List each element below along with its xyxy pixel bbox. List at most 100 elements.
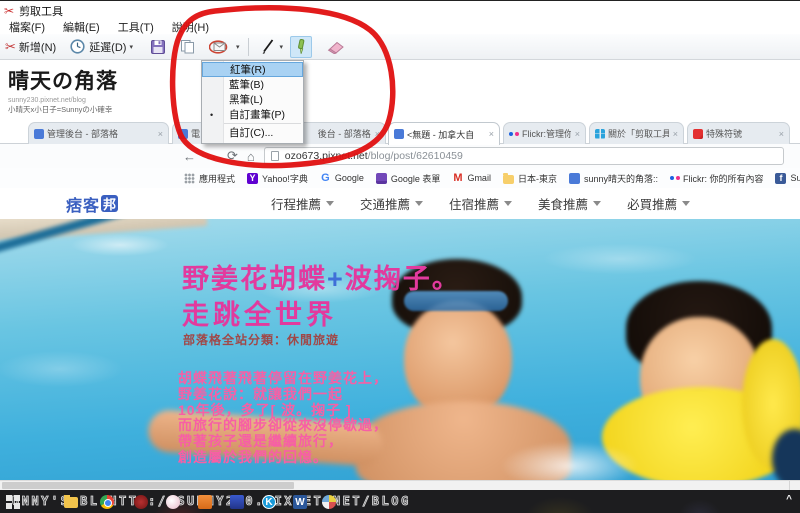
menu-item-red-pen[interactable]: 紅筆(R) [202,62,303,77]
menu-tools[interactable]: 工具(T) [109,19,163,35]
scrollbar-thumb[interactable] [2,482,294,489]
copy-button[interactable] [177,36,198,58]
snip-canvas: 晴天の角落 sunny230.pixnet.net/blog 小晴天x小日子=S… [0,60,800,480]
red-app-icon[interactable] [134,495,148,509]
bookmark-flickr[interactable]: Flickr: 你的所有內容 [670,172,764,185]
menu-item-black-pen[interactable]: 黑筆(L) [202,92,303,107]
home-icon[interactable]: ⌂ [247,149,255,164]
snipping-tool-toolbar: ✂ 新增(N) 延遲(D) ▾ ▾ ▾ [0,34,800,60]
tab-untitled-canada[interactable]: <無題 - 加拿大自 × [388,122,500,145]
snipping-tool-titlebar: ✂ 剪取工具 [0,2,800,19]
yahoo-icon: Y [247,173,258,184]
orange-app-icon[interactable] [198,495,212,509]
nav-shopping[interactable]: 必買推薦 [627,194,690,213]
chevron-down-icon [682,201,690,206]
tab-flickr[interactable]: Flickr:管理你的相 × [503,122,586,144]
close-icon[interactable]: × [575,129,580,139]
gmail-icon: M [452,173,463,184]
tab-about-snipping-tool[interactable]: 關於「剪取工具」 × [589,122,684,144]
water-splash [500,441,640,480]
delay-button[interactable]: 延遲(D) ▾ [70,39,133,55]
send-dropdown-caret-icon[interactable]: ▾ [236,43,240,51]
pixnet-favicon [34,129,44,139]
post-title-line1: 野姜花胡蝶+波掬子。 [182,257,461,296]
menu-file[interactable]: 檔案(F) [0,19,54,35]
nav-lodging[interactable]: 住宿推薦 [449,194,512,213]
menu-help[interactable]: 說明(H) [163,19,218,35]
word-icon[interactable]: W [293,495,307,509]
show-hidden-icons-chevron[interactable]: ^ [786,494,792,505]
bookmark-yahoo-dict[interactable]: YYahoo!字典 [247,172,308,185]
flickr-favicon [509,132,513,136]
menu-edit[interactable]: 編輯(E) [54,19,109,35]
file-explorer-icon[interactable] [64,497,78,508]
pen-button[interactable] [257,36,279,58]
forms-icon [376,173,387,184]
red-favicon [693,129,703,139]
k-app-icon[interactable]: K [262,495,276,509]
url-path: /blog/post/62610459 [368,150,463,162]
forward-icon[interactable]: → [205,149,218,164]
body-line: 胡蝶飛著飛著停留在野姜花上， [178,371,388,387]
nav-transport[interactable]: 交通推薦 [360,194,423,213]
new-snip-button[interactable]: ✂ 新增(N) [5,39,56,55]
tab-label: 關於「剪取工具」 [608,127,669,140]
bookmark-google-forms[interactable]: Google 表單 [376,172,441,185]
body-line: 創造屬於我們的回憶。 [178,450,388,466]
pool-photo: 野姜花胡蝶+波掬子。 走跳全世界 部落格全站分類：休閒旅遊 胡蝶飛著飛著停留在野… [0,219,800,480]
bookmark-gmail[interactable]: MGmail [452,173,491,184]
close-icon[interactable]: × [489,129,494,139]
nav-food[interactable]: 美食推薦 [538,194,601,213]
scissors-app-icon: ✂ [4,4,14,18]
tab-admin-blog-1[interactable]: 管理後台 - 部落格 × [28,122,169,144]
send-snip-button[interactable] [206,36,232,58]
pixnet-logo[interactable]: 痞客 邦 [66,192,118,216]
browser-tab-strip: 管理後台 - 部落格 × 電 後台 - 部落格 × <無題 - 加拿大自 × F… [0,120,800,144]
start-button[interactable] [6,495,20,509]
body-line: 帶著孩子還是繼續旅行， [178,434,388,450]
pen-dropdown-caret-icon[interactable]: ▾ [280,43,284,51]
menu-item-custom-pen[interactable]: •自訂畫筆(P) [202,107,303,122]
chrome-icon[interactable] [100,495,114,509]
navy-app-icon[interactable] [230,495,244,509]
bookmark-apps[interactable]: 應用程式 [184,172,235,185]
chevron-down-icon [504,201,512,206]
blog-subtitle: 小晴天x小日子=Sunnyの小確幸 [8,104,118,115]
body-line: 10年後，多了[ 波。掬子 ] [178,403,388,419]
bookmark-google[interactable]: GGoogle [320,173,364,184]
back-icon[interactable]: ← [183,149,196,164]
folder-icon [503,175,514,184]
clock-icon [70,39,85,54]
post-title-line2: 走跳全世界 [182,293,337,332]
bookmark-folder-japan[interactable]: 日本-東京 [503,172,557,185]
chevron-down-icon [415,201,423,206]
menu-item-customize[interactable]: 自訂(C)... [202,125,303,140]
sticker-app-icon[interactable] [166,495,180,509]
close-icon[interactable]: × [673,129,678,139]
tab-label: 管理後台 - 部落格 [47,127,154,140]
toolbar-separator [248,38,249,56]
bookmark-sunny-blog[interactable]: sunny晴天的角落:: [569,172,658,185]
blog-title: 晴天の角落 [8,65,118,95]
tab-special-symbols[interactable]: 特殊符號 × [687,122,790,144]
close-icon[interactable]: × [375,129,380,139]
bookmark-facebook-profile[interactable]: fSunny Huang [775,173,800,184]
eraser-button[interactable] [322,36,348,58]
highlighter-button[interactable] [290,36,312,58]
radio-bullet-icon: • [210,110,213,120]
google-icon: G [320,173,331,184]
tab-label: <無題 - 加拿大自 [407,128,485,141]
reload-icon[interactable]: ⟳ [227,148,238,164]
body-line: 野姜花說：就讓我們一起 [178,387,388,403]
colorful-app-icon[interactable] [322,495,336,509]
facebook-icon: f [775,173,786,184]
close-icon[interactable]: × [779,129,784,139]
save-button[interactable] [147,36,169,58]
close-icon[interactable]: × [158,129,163,139]
nav-itinerary[interactable]: 行程推薦 [271,194,334,213]
horizontal-scrollbar[interactable] [0,480,800,490]
menu-item-blue-pen[interactable]: 藍筆(B) [202,77,303,92]
blog-header: 晴天の角落 sunny230.pixnet.net/blog 小晴天x小日子=S… [8,65,118,115]
blog-url: sunny230.pixnet.net/blog [8,97,118,104]
url-field[interactable]: ozo673.pixnet.net /blog/post/62610459 [264,147,784,165]
